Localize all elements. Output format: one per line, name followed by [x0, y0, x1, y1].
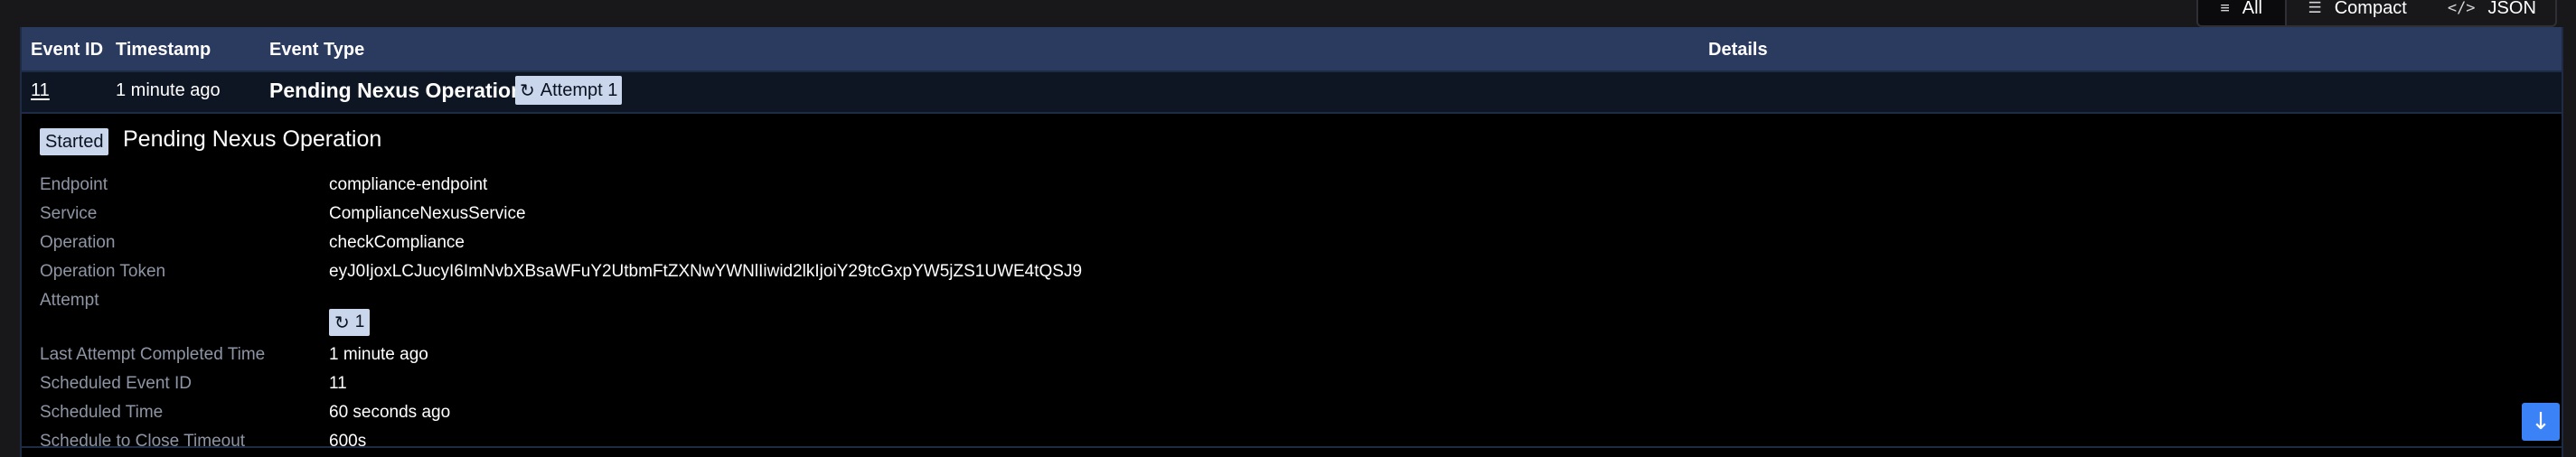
view-json-label: JSON — [2487, 0, 2536, 18]
field-label-last-attempt-completed-time: Last Attempt Completed Time — [40, 345, 266, 364]
field-label-endpoint: Endpoint — [40, 175, 108, 194]
attempt-badge: ↻ Attempt 1 — [515, 76, 623, 105]
view-json-button[interactable]: </> JSON — [2429, 0, 2555, 25]
compact-list-icon: ☰ — [2308, 0, 2322, 17]
field-value-last-attempt-completed-time: 1 minute ago — [329, 345, 428, 364]
field-value-scheduled-time: 60 seconds ago — [329, 403, 451, 422]
field-label-scheduled-event-id: Scheduled Event ID — [40, 374, 192, 393]
field-label-attempt: Attempt — [40, 291, 99, 310]
arrow-down-icon: ↓ — [2531, 408, 2551, 435]
details-title: Pending Nexus Operation — [123, 126, 382, 152]
field-label-operation: Operation — [40, 233, 116, 252]
event-type: Pending Nexus Operation — [269, 79, 524, 102]
field-value-attempt: 1 — [354, 312, 365, 331]
attempt-badge-label: Attempt 1 — [540, 79, 618, 100]
column-header-timestamp: Timestamp — [116, 40, 212, 60]
event-timestamp: 1 minute ago — [116, 80, 221, 100]
row-divider — [22, 446, 2562, 448]
view-all-button[interactable]: ≡ All — [2198, 0, 2287, 25]
table-header: Event ID Timestamp Event Type Details — [22, 27, 2562, 70]
field-label-operation-token: Operation Token — [40, 262, 166, 281]
field-value-schedule-to-close-timeout: 600s — [329, 432, 367, 451]
status-badge: Started — [40, 128, 109, 155]
field-value-operation-token: eyJ0IjoxLCJucyI6ImNvbXBsaWFuY2UtbmFtZXNw… — [329, 262, 1083, 281]
view-compact-button[interactable]: ☰ Compact — [2287, 0, 2429, 25]
event-history-table: Event ID Timestamp Event Type Details 11… — [20, 27, 2563, 457]
field-value-scheduled-event-id: 11 — [329, 374, 347, 393]
field-label-scheduled-time: Scheduled Time — [40, 403, 164, 422]
field-label-service: Service — [40, 204, 98, 223]
table-row[interactable]: 11 1 minute ago Pending Nexus Operation … — [22, 70, 2562, 114]
column-header-event-id: Event ID — [31, 40, 104, 60]
refresh-icon: ↻ — [520, 79, 535, 101]
list-icon: ≡ — [2220, 0, 2230, 17]
column-header-details: Details — [1708, 40, 1768, 60]
view-compact-label: Compact — [2334, 0, 2407, 18]
code-icon: </> — [2447, 0, 2476, 17]
refresh-icon: ↻ — [334, 312, 350, 333]
scroll-down-button[interactable]: ↓ — [2522, 403, 2560, 441]
field-value-endpoint: compliance-endpoint — [329, 175, 488, 194]
view-all-label: All — [2242, 0, 2262, 18]
field-value-operation: checkCompliance — [329, 233, 465, 252]
field-label-schedule-to-close-timeout: Schedule to Close Timeout — [40, 432, 246, 451]
column-header-event-type: Event Type — [269, 40, 365, 60]
view-toggle: ≡ All ☰ Compact </> JSON — [2196, 0, 2557, 27]
field-value-service: ComplianceNexusService — [329, 204, 526, 223]
attempt-count-badge: ↻ 1 — [329, 309, 371, 336]
event-id-link[interactable]: 11 — [31, 80, 50, 101]
